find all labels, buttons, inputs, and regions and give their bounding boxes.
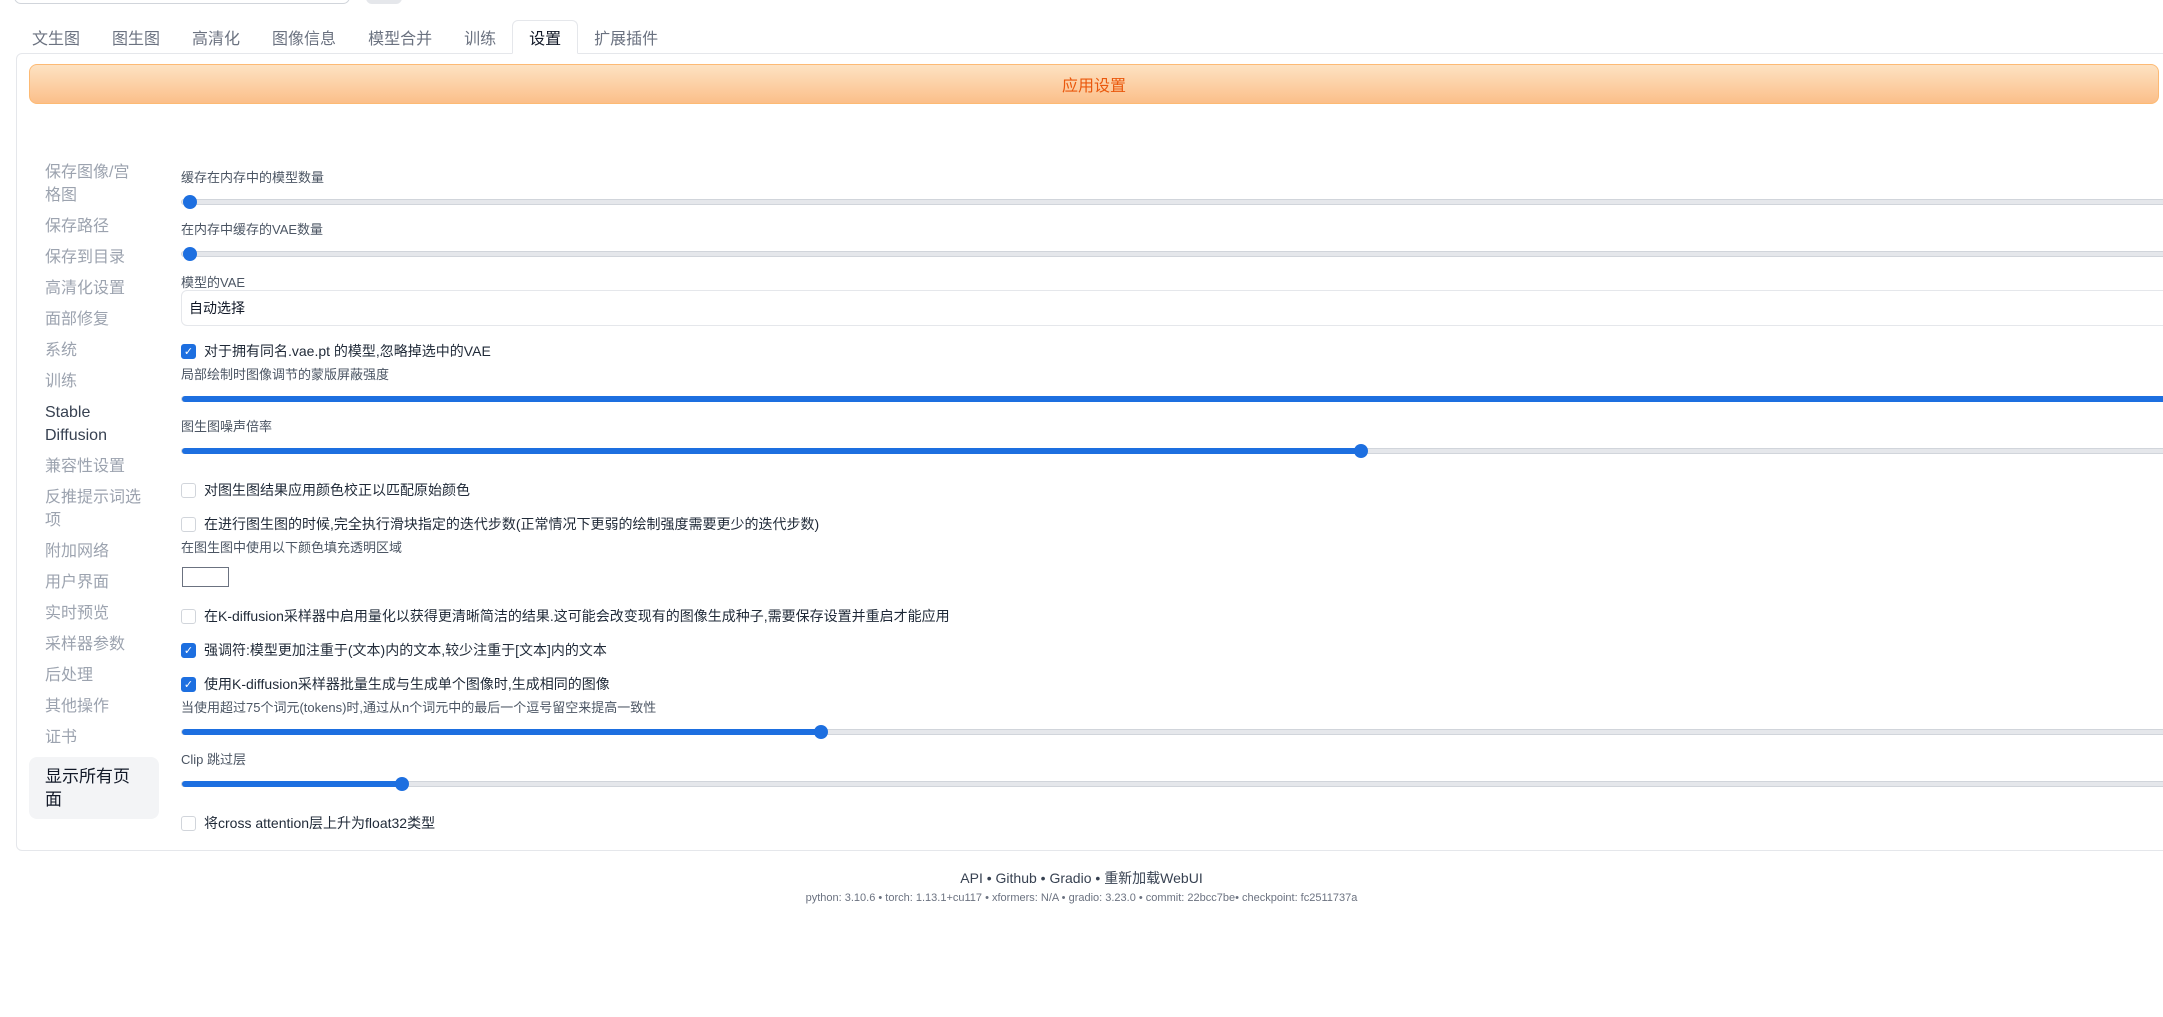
color-correction-text: 对图生图结果应用颜色校正以匹配原始颜色 xyxy=(204,482,470,498)
tab-txt2img[interactable]: 文生图 xyxy=(16,20,96,54)
vae-cache-slider[interactable] xyxy=(181,247,2163,261)
checkbox-unchecked-icon[interactable] xyxy=(181,608,196,624)
vae-select-label: 模型的VAE xyxy=(181,275,246,290)
clip-skip-slider-thumb[interactable] xyxy=(394,777,409,791)
show-all-pages-button[interactable]: 显示所有页面 xyxy=(29,757,159,819)
sidebar-item-system[interactable]: 系统 xyxy=(29,339,159,362)
sidebar-item-user-interface[interactable]: 用户界面 xyxy=(29,571,159,594)
tab-extras[interactable]: 高清化 xyxy=(176,20,256,54)
noise-mult-label: 图生图噪声倍率 xyxy=(181,419,273,434)
fill-color-picker[interactable] xyxy=(182,567,229,587)
tab-png-info[interactable]: 图像信息 xyxy=(256,20,352,54)
checkbox-checked-icon[interactable]: ✓ xyxy=(181,676,196,692)
fill-color-label: 在图生图中使用以下颜色填充透明区域 xyxy=(181,540,403,555)
batch-cond-text: 使用K-diffusion采样器批量生成与生成单个图像时,生成相同的图像 xyxy=(204,676,610,692)
checkbox-unchecked-icon[interactable] xyxy=(181,815,196,831)
footer-link-reload-ui[interactable]: 重新加载WebUI xyxy=(1104,870,1203,886)
sidebar-item-live-previews[interactable]: 实时预览 xyxy=(29,602,159,625)
sidebar-item-actions[interactable]: 其他操作 xyxy=(29,695,159,718)
quantize-text: 在K-diffusion采样器中启用量化以获得更清晰简洁的结果.这可能会改变现有… xyxy=(204,608,950,624)
checkbox-checked-icon[interactable]: ✓ xyxy=(181,642,196,658)
inpaint-mask-slider[interactable] xyxy=(181,396,2163,402)
tab-train[interactable]: 训练 xyxy=(448,20,512,54)
color-correction-checkbox[interactable]: 对图生图结果应用颜色校正以匹配原始颜色 xyxy=(181,480,470,500)
emphasis-text: 强调符:模型更加注重于(文本)内的文本,较少注重于[文本]内的文本 xyxy=(204,642,607,658)
refresh-button-stub[interactable] xyxy=(366,0,402,4)
sidebar-item-face-restoration[interactable]: 面部修复 xyxy=(29,308,159,331)
noise-mult-slider-thumb[interactable] xyxy=(1353,444,1368,458)
footer-link-github[interactable]: Github xyxy=(996,870,1037,886)
checkbox-checked-icon[interactable]: ✓ xyxy=(181,343,196,359)
vae-select[interactable]: 自动选择 xyxy=(181,290,2163,326)
model-cache-slider-thumb[interactable] xyxy=(183,195,197,209)
comma-padding-slider[interactable] xyxy=(181,725,2163,739)
sidebar-item-training[interactable]: 训练 xyxy=(29,370,159,393)
exact-steps-text: 在进行图生图的时候,完全执行滑块指定的迭代步数(正常情况下更弱的绘制强度需要更少… xyxy=(204,516,820,532)
exact-steps-checkbox[interactable]: 在进行图生图的时候,完全执行滑块指定的迭代步数(正常情况下更弱的绘制强度需要更少… xyxy=(181,514,819,534)
tab-img2img[interactable]: 图生图 xyxy=(96,20,176,54)
vae-cache-slider-thumb[interactable] xyxy=(183,247,197,261)
tab-checkpoint-merger[interactable]: 模型合并 xyxy=(352,20,448,54)
footer-link-gradio[interactable]: Gradio xyxy=(1049,870,1091,886)
footer-link-api[interactable]: API xyxy=(960,870,983,886)
model-cache-label: 缓存在内存中的模型数量 xyxy=(181,170,325,185)
batch-cond-checkbox[interactable]: ✓ 使用K-diffusion采样器批量生成与生成单个图像时,生成相同的图像 xyxy=(181,674,610,694)
tab-extensions[interactable]: 扩展插件 xyxy=(578,20,674,54)
noise-mult-slider-fill xyxy=(182,448,1361,454)
sidebar-item-saving-paths[interactable]: 保存路径 xyxy=(29,215,159,238)
upcast-attn-checkbox[interactable]: 将cross attention层上升为float32类型 xyxy=(181,813,435,833)
sidebar-item-licenses[interactable]: 证书 xyxy=(29,726,159,749)
sidebar-item-stable-diffusion[interactable]: Stable Diffusion xyxy=(29,401,159,447)
sidebar-item-compatibility[interactable]: 兼容性设置 xyxy=(29,455,159,478)
search-field-stub[interactable] xyxy=(14,0,350,4)
comma-padding-slider-fill xyxy=(182,729,822,735)
inpaint-mask-label: 局部绘制时图像调节的蒙版屏蔽强度 xyxy=(181,367,390,382)
inpaint-mask-slider-fill xyxy=(182,396,2163,402)
footer-versions: python: 3.10.6 • torch: 1.13.1+cu117 • x… xyxy=(805,892,1358,904)
sidebar-item-extra-networks[interactable]: 附加网络 xyxy=(29,540,159,563)
sidebar-item-saving-to-dirs[interactable]: 保存到目录 xyxy=(29,246,159,269)
apply-settings-button[interactable]: 应用设置 xyxy=(29,64,2159,104)
sidebar-item-saving-images[interactable]: 保存图像/宫格图 xyxy=(29,161,159,207)
vae-cache-label: 在内存中缓存的VAE数量 xyxy=(181,222,324,237)
settings-sidebar: 保存图像/宫格图 保存路径 保存到目录 高清化设置 面部修复 系统 训练 Sta… xyxy=(29,161,159,827)
checkbox-unchecked-icon[interactable] xyxy=(181,516,196,532)
upcast-attn-text: 将cross attention层上升为float32类型 xyxy=(204,815,436,831)
sidebar-item-interrogate[interactable]: 反推提示词选项 xyxy=(29,486,159,532)
main-tabs: 文生图 图生图 高清化 图像信息 模型合并 训练 设置 扩展插件 xyxy=(16,20,674,54)
sidebar-item-postprocessing[interactable]: 后处理 xyxy=(29,664,159,687)
clip-skip-slider[interactable] xyxy=(181,777,2163,791)
ignore-vae-checkbox[interactable]: ✓ 对于拥有同名.vae.pt 的模型,忽略掉选中的VAE xyxy=(181,341,491,361)
sidebar-item-sampler-parameters[interactable]: 采样器参数 xyxy=(29,633,159,656)
sidebar-item-upscaling[interactable]: 高清化设置 xyxy=(29,277,159,300)
checkbox-unchecked-icon[interactable] xyxy=(181,482,196,498)
comma-padding-label: 当使用超过75个词元(tokens)时,通过从n个词元中的最后一个逗号留空来提高… xyxy=(181,700,657,715)
tab-settings[interactable]: 设置 xyxy=(512,20,579,54)
model-cache-slider[interactable] xyxy=(181,195,2163,209)
noise-mult-slider[interactable] xyxy=(181,444,2163,458)
ignore-vae-text: 对于拥有同名.vae.pt 的模型,忽略掉选中的VAE xyxy=(204,343,491,359)
emphasis-checkbox[interactable]: ✓ 强调符:模型更加注重于(文本)内的文本,较少注重于[文本]内的文本 xyxy=(181,640,607,660)
clip-skip-slider-fill xyxy=(182,781,402,787)
footer-links: API • Github • Gradio • 重新加载WebUI xyxy=(960,870,1203,886)
quantize-checkbox[interactable]: 在K-diffusion采样器中启用量化以获得更清晰简洁的结果.这可能会改变现有… xyxy=(181,606,950,626)
clip-skip-label: Clip 跳过层 xyxy=(181,752,247,767)
